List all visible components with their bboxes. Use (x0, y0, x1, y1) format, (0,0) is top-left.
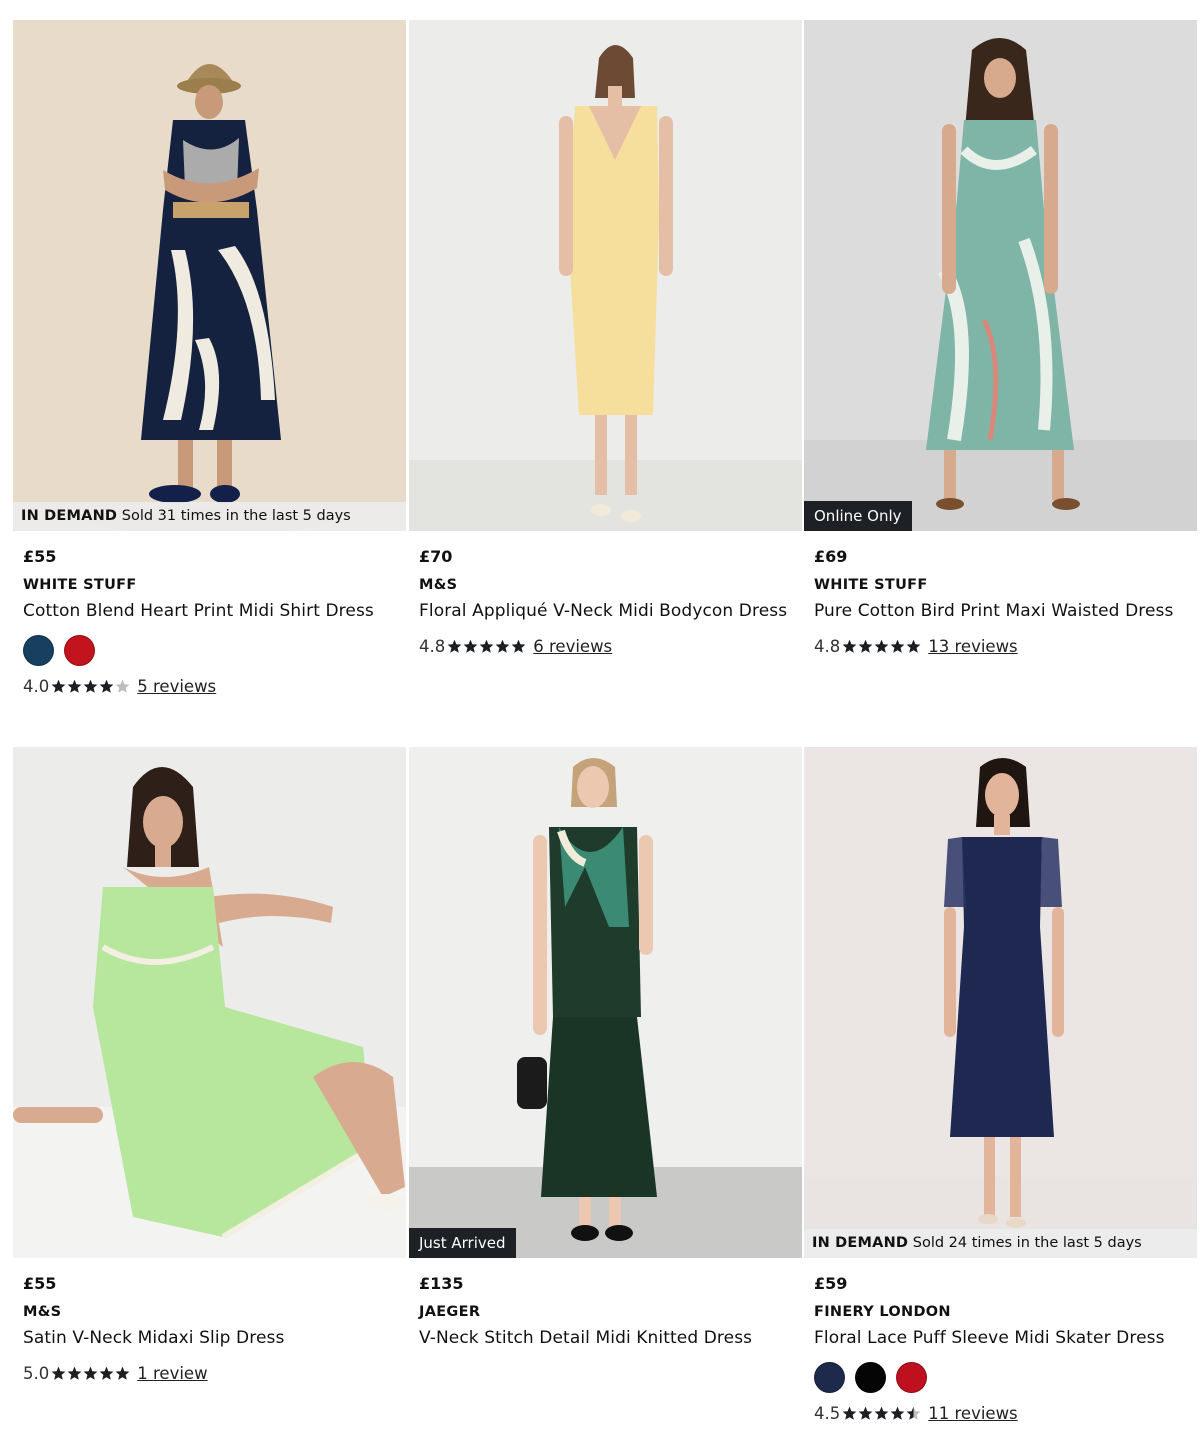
product-brand: FINERY LONDON (814, 1304, 951, 1320)
color-swatch-red[interactable] (896, 1362, 927, 1393)
star-empty-icon (115, 679, 130, 693)
product-image[interactable]: Just Arrived (409, 747, 802, 1258)
color-swatch-black[interactable] (855, 1362, 886, 1393)
product-title[interactable]: V-Neck Stitch Detail Midi Knitted Dress (419, 1324, 789, 1353)
star-filled-icon (447, 639, 462, 653)
star-filled-icon (51, 679, 66, 693)
color-swatch-navy[interactable] (814, 1362, 845, 1393)
product-price: £69 (814, 547, 848, 566)
reviews-link[interactable]: 11 reviews (928, 1404, 1017, 1423)
product-rating: 5.0 1 review (23, 1361, 406, 1385)
product-title[interactable]: Pure Cotton Bird Print Maxi Waisted Dres… (814, 597, 1184, 626)
rating-stars (842, 639, 922, 654)
just-arrived-badge: Just Arrived (409, 1228, 516, 1258)
star-filled-icon (890, 1406, 905, 1420)
product-image[interactable] (409, 20, 802, 531)
rating-score: 4.8 (419, 636, 446, 656)
star-filled-icon (874, 639, 889, 653)
star-filled-icon (874, 1406, 889, 1420)
star-filled-icon (842, 1406, 857, 1420)
product-price: £55 (23, 547, 57, 566)
product-rating: 4.8 13 reviews (814, 634, 1197, 658)
rating-stars (447, 639, 527, 654)
rating-stars (51, 679, 131, 694)
product-price: £55 (23, 1274, 57, 1293)
product-rating: 4.5 11 reviews (814, 1401, 1197, 1425)
product-image[interactable]: IN DEMAND Sold 31 times in the last 5 da… (13, 20, 406, 531)
star-filled-icon (890, 639, 905, 653)
star-filled-icon (463, 639, 478, 653)
online-only-badge: Online Only (804, 501, 912, 531)
star-filled-icon (99, 679, 114, 693)
product-card[interactable]: Online Only £69 WHITE STUFF Pure Cotton … (804, 20, 1197, 658)
reviews-link[interactable]: 13 reviews (928, 637, 1017, 656)
product-rating: 4.0 5 reviews (23, 674, 406, 698)
color-swatches (814, 1362, 1197, 1393)
star-filled-icon (479, 639, 494, 653)
rating-score: 4.0 (23, 676, 50, 696)
product-card[interactable]: £55 M&S Satin V-Neck Midaxi Slip Dress 5… (13, 747, 406, 1385)
star-half-icon (906, 1406, 921, 1420)
product-price: £70 (419, 547, 453, 566)
star-filled-icon (99, 1366, 114, 1380)
in-demand-badge: IN DEMAND Sold 31 times in the last 5 da… (13, 502, 406, 531)
color-swatches (23, 635, 406, 666)
product-card[interactable]: IN DEMAND Sold 31 times in the last 5 da… (13, 20, 406, 698)
rating-stars (842, 1406, 922, 1421)
product-title[interactable]: Cotton Blend Heart Print Midi Shirt Dres… (23, 597, 393, 626)
product-image[interactable]: Online Only (804, 20, 1197, 531)
rating-score: 5.0 (23, 1363, 50, 1383)
rating-score: 4.8 (814, 636, 841, 656)
star-filled-icon (511, 639, 526, 653)
product-card[interactable]: Just Arrived £135 JAEGER V-Neck Stitch D… (409, 747, 802, 1353)
star-filled-icon (858, 639, 873, 653)
product-brand: WHITE STUFF (23, 577, 137, 593)
rating-score: 4.5 (814, 1403, 841, 1423)
star-filled-icon (115, 1366, 130, 1380)
product-brand: WHITE STUFF (814, 577, 928, 593)
reviews-link[interactable]: 6 reviews (533, 637, 612, 656)
star-filled-icon (67, 679, 82, 693)
star-filled-icon (495, 639, 510, 653)
star-filled-icon (842, 639, 857, 653)
star-filled-icon (906, 639, 921, 653)
product-price: £135 (419, 1274, 464, 1293)
product-image[interactable]: IN DEMAND Sold 24 times in the last 5 da… (804, 747, 1197, 1258)
product-image[interactable] (13, 747, 406, 1258)
product-title[interactable]: Satin V-Neck Midaxi Slip Dress (23, 1324, 393, 1353)
star-filled-icon (51, 1366, 66, 1380)
product-rating: 4.8 6 reviews (419, 634, 802, 658)
in-demand-badge: IN DEMAND Sold 24 times in the last 5 da… (804, 1229, 1197, 1258)
reviews-link[interactable]: 1 review (137, 1364, 207, 1383)
reviews-link[interactable]: 5 reviews (137, 677, 216, 696)
product-brand: JAEGER (419, 1304, 481, 1320)
star-filled-icon (858, 1406, 873, 1420)
color-swatch-navy[interactable] (23, 635, 54, 666)
star-filled-icon (83, 679, 98, 693)
product-card[interactable]: IN DEMAND Sold 24 times in the last 5 da… (804, 747, 1197, 1425)
color-swatch-red[interactable] (64, 635, 95, 666)
product-title[interactable]: Floral Appliqué V-Neck Midi Bodycon Dres… (419, 597, 789, 626)
product-title[interactable]: Floral Lace Puff Sleeve Midi Skater Dres… (814, 1324, 1184, 1353)
star-filled-icon (67, 1366, 82, 1380)
product-brand: M&S (23, 1304, 62, 1320)
product-brand: M&S (419, 577, 458, 593)
product-price: £59 (814, 1274, 848, 1293)
rating-stars (51, 1366, 131, 1381)
product-card[interactable]: £70 M&S Floral Appliqué V-Neck Midi Body… (409, 20, 802, 658)
star-filled-icon (83, 1366, 98, 1380)
